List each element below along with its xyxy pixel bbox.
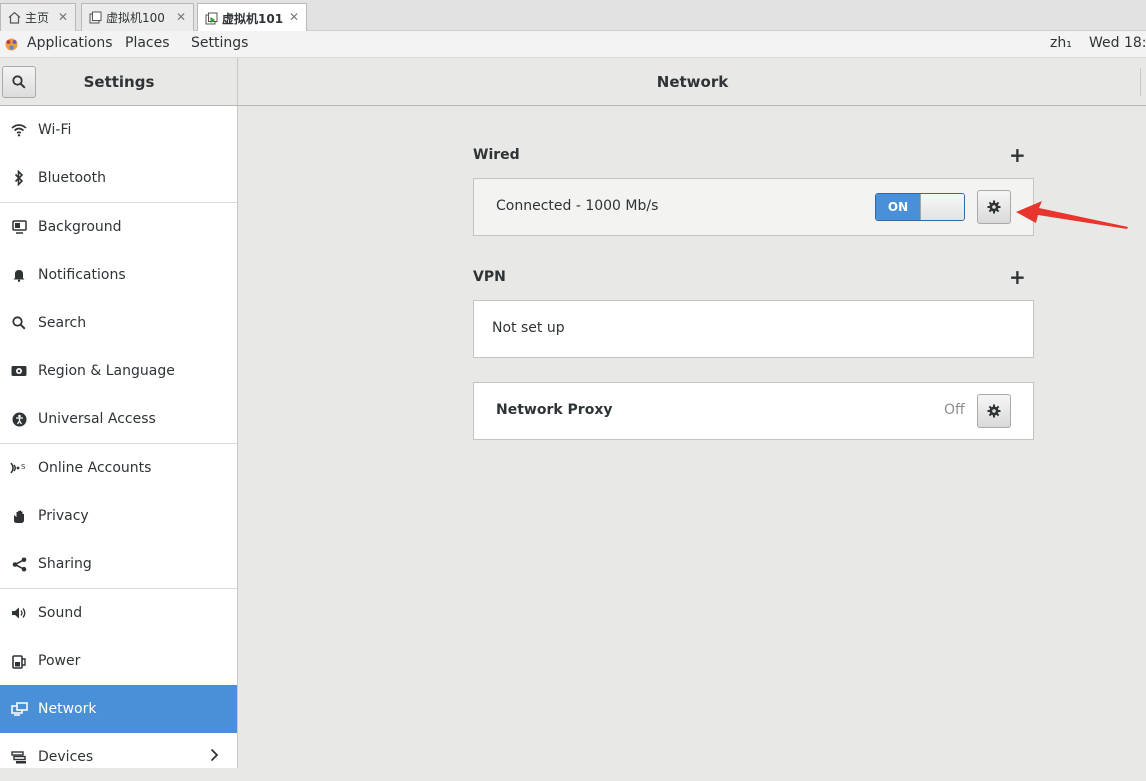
wired-toggle[interactable]: ON — [875, 193, 965, 221]
gear-icon — [987, 404, 1001, 418]
add-vpn-button[interactable]: + — [1009, 267, 1026, 287]
speaker-icon — [0, 606, 38, 620]
svg-text:S: S — [21, 463, 26, 471]
clock[interactable]: Wed 18:5 — [1089, 35, 1146, 51]
sidebar-item-label: Universal Access — [38, 411, 156, 427]
tab-home[interactable]: 主页 ✕ — [0, 3, 76, 31]
sidebar-header: Settings — [0, 58, 238, 105]
add-wired-button[interactable]: + — [1009, 145, 1026, 165]
sidebar-item-region-language[interactable]: Region & Language — [0, 347, 237, 395]
gear-icon — [987, 200, 1001, 214]
vm-icon — [88, 11, 102, 25]
network-proxy-row[interactable]: Network Proxy Off — [473, 382, 1034, 440]
sidebar-item-label: Power — [38, 653, 81, 669]
sidebar-item-label: Search — [38, 315, 87, 331]
bluetooth-icon — [0, 170, 38, 186]
sidebar-item-sharing[interactable]: Sharing — [0, 540, 237, 588]
close-icon[interactable]: ✕ — [176, 10, 186, 24]
applications-icon — [4, 37, 19, 52]
power-icon — [0, 654, 38, 669]
sidebar-item-label: Network — [38, 701, 97, 717]
sidebar-item-label: Online Accounts — [38, 460, 152, 476]
wired-section-label: Wired — [473, 147, 520, 163]
toggle-knob — [920, 194, 964, 220]
wired-connection-row: Connected - 1000 Mb/s ON — [473, 178, 1034, 236]
devices-icon — [0, 750, 38, 764]
sidebar-item-power[interactable]: Power — [0, 637, 237, 685]
sidebar-item-online-accounts[interactable]: S Online Accounts — [0, 444, 237, 492]
chevron-right-icon — [210, 748, 219, 766]
sidebar-item-wifi[interactable]: Wi-Fi — [0, 106, 237, 154]
vpn-status: Not set up — [492, 320, 565, 336]
sidebar-item-sound[interactable]: Sound — [0, 589, 237, 637]
region-icon — [0, 365, 38, 377]
sidebar-item-label: Background — [38, 219, 122, 235]
tab-label: 虚拟机101 — [222, 11, 284, 26]
gnome-top-bar: Applications Places Settings zh₁ Wed 18:… — [0, 31, 1146, 58]
sidebar-item-label: Wi-Fi — [38, 122, 72, 138]
sidebar-item-search[interactable]: Search — [0, 299, 237, 347]
sidebar-title: Settings — [83, 73, 155, 91]
vpn-row: Not set up — [473, 300, 1034, 358]
places-menu[interactable]: Places — [125, 35, 170, 51]
sidebar-item-background[interactable]: Background — [0, 203, 237, 251]
close-icon[interactable]: ✕ — [58, 10, 68, 24]
wifi-icon — [0, 123, 38, 137]
settings-menu[interactable]: Settings — [191, 35, 248, 51]
proxy-state: Off — [944, 402, 965, 418]
wired-status: Connected - 1000 Mb/s — [496, 198, 659, 214]
vm-tab-bar: 主页 ✕ 虚拟机100 ✕ 虚拟机101 ✕ — [0, 0, 1146, 32]
sidebar-item-devices[interactable]: Devices — [0, 733, 237, 781]
sidebar-item-universal-access[interactable]: Universal Access — [0, 395, 237, 443]
close-icon[interactable]: ✕ — [289, 10, 299, 24]
vm-running-icon — [204, 11, 218, 25]
proxy-settings-button[interactable] — [977, 394, 1011, 428]
tab-label: 主页 — [25, 11, 50, 25]
share-icon — [0, 557, 38, 572]
network-panel: Wired + Connected - 1000 Mb/s ON VPN + N… — [239, 106, 1146, 768]
hand-icon — [0, 509, 38, 524]
toggle-on-label: ON — [876, 194, 920, 220]
sidebar-item-label: Sharing — [38, 556, 92, 572]
settings-sidebar: Wi-Fi Bluetooth Background Notifications… — [0, 106, 238, 768]
input-method-indicator[interactable]: zh₁ — [1050, 35, 1072, 51]
online-accounts-icon: S — [0, 461, 38, 475]
header-bar: Settings Network — [0, 58, 1146, 106]
sidebar-item-privacy[interactable]: Privacy — [0, 492, 237, 540]
header-divider — [1140, 68, 1141, 96]
applications-menu[interactable]: Applications — [27, 35, 113, 51]
vpn-section-label: VPN — [473, 269, 506, 285]
home-icon — [7, 11, 21, 25]
page-title: Network — [656, 73, 729, 91]
search-icon — [0, 316, 38, 330]
sidebar-item-label: Notifications — [38, 267, 126, 283]
tab-vm100[interactable]: 虚拟机100 ✕ — [81, 3, 194, 31]
network-icon — [0, 702, 38, 716]
tab-vm101[interactable]: 虚拟机101 ✕ — [197, 3, 307, 32]
background-icon — [0, 220, 38, 234]
sidebar-item-label: Region & Language — [38, 363, 175, 379]
sidebar-item-network[interactable]: Network — [0, 685, 237, 733]
sidebar-item-label: Sound — [38, 605, 83, 621]
bell-icon — [0, 268, 38, 282]
sidebar-item-label: Privacy — [38, 508, 89, 524]
sidebar-item-notifications[interactable]: Notifications — [0, 251, 237, 299]
sidebar-item-label: Bluetooth — [38, 170, 106, 186]
accessibility-icon — [0, 412, 38, 427]
annotation-arrow-icon — [1016, 201, 1128, 229]
tab-label: 虚拟机100 — [106, 11, 165, 25]
sidebar-item-bluetooth[interactable]: Bluetooth — [0, 154, 237, 202]
proxy-label: Network Proxy — [496, 402, 613, 418]
sidebar-item-label: Devices — [38, 749, 94, 765]
wired-settings-button[interactable] — [977, 190, 1011, 224]
